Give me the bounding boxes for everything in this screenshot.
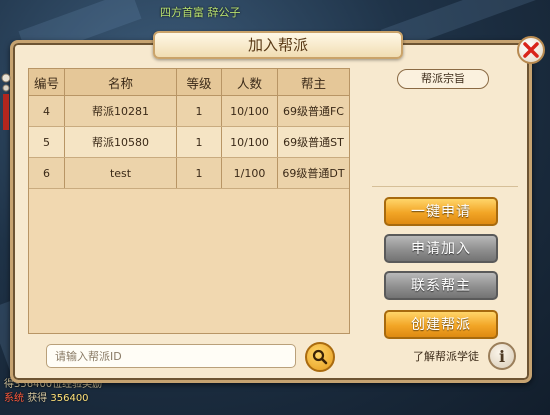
cell-level: 1: [177, 96, 222, 126]
header-name: 名称: [65, 69, 177, 95]
header-id: 编号: [29, 69, 65, 95]
table-row[interactable]: 6 test 1 1/100 69级普通DT: [29, 158, 349, 189]
dialog-title: 加入帮派: [153, 31, 403, 59]
system-gain-value: 356400: [50, 393, 89, 404]
learn-apprentice-label: 了解帮派学徒: [413, 350, 479, 363]
close-button[interactable]: [517, 36, 545, 64]
quick-apply-button[interactable]: 一键申请: [384, 197, 498, 226]
table-row[interactable]: 4 帮派10281 1 10/100 69级普通FC: [29, 96, 349, 127]
cell-name: 帮派10580: [65, 127, 177, 157]
search-button[interactable]: [305, 342, 335, 372]
cell-members: 10/100: [222, 96, 278, 126]
system-tag: 系统: [4, 393, 24, 404]
cell-members: 1/100: [222, 158, 278, 188]
info-icon: i: [498, 346, 506, 366]
cell-level: 1: [177, 127, 222, 157]
cell-leader: 69级普通DT: [282, 167, 345, 180]
cell-members: 10/100: [222, 127, 278, 157]
apply-join-button[interactable]: 申请加入: [384, 234, 498, 263]
cell-name: test: [65, 158, 177, 188]
create-guild-button[interactable]: 创建帮派: [384, 310, 498, 339]
system-message-line2: 系统 获得 356400: [4, 392, 102, 406]
system-gain-label: 获得: [27, 393, 48, 404]
cell-level: 1: [177, 158, 222, 188]
divider: [372, 186, 518, 187]
cell-leader: 69级普通ST: [283, 136, 344, 149]
table-row[interactable]: 5 帮派10580 1 10/100 69级普通ST: [29, 127, 349, 158]
header-members: 人数: [222, 69, 278, 95]
close-icon: [523, 42, 539, 58]
contact-leader-button[interactable]: 联系帮主: [384, 271, 498, 300]
tassel-ornament-icon: [0, 72, 12, 132]
header-leader: 帮主: [300, 75, 326, 91]
info-button[interactable]: i: [488, 342, 516, 370]
cell-id: 5: [29, 127, 65, 157]
cell-id: 4: [29, 96, 65, 126]
cell-name: 帮派10281: [65, 96, 177, 126]
search-icon: [312, 349, 328, 365]
guild-purpose-title: 帮派宗旨: [397, 69, 489, 89]
background-player-title: 四方首富 辞公子: [160, 6, 241, 19]
search-field-wrapper: [46, 344, 296, 368]
guild-id-search-input[interactable]: [47, 345, 295, 368]
header-level: 等级: [177, 69, 222, 95]
cell-id: 6: [29, 158, 65, 188]
guild-table: 编号 名称 等级 人数 帮主 4 帮派10281 1 10/100 69级普通F…: [28, 68, 350, 334]
cell-leader: 69级普通FC: [282, 105, 344, 118]
table-header: 编号 名称 等级 人数 帮主: [29, 69, 349, 96]
